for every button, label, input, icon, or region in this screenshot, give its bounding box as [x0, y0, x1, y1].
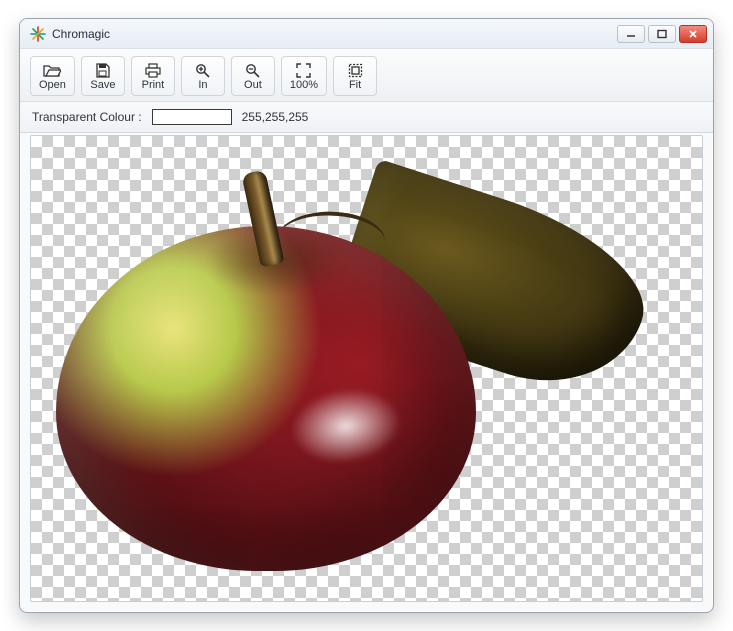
minimize-icon — [626, 29, 636, 39]
zoom-100-button[interactable]: 100% — [281, 56, 327, 96]
zoom-out-label: Out — [244, 80, 262, 91]
canvas[interactable] — [30, 135, 703, 602]
expand-icon — [296, 62, 311, 78]
zoom-in-icon — [195, 62, 210, 78]
maximize-icon — [657, 29, 667, 39]
close-icon — [688, 29, 698, 39]
minimize-button[interactable] — [617, 25, 645, 43]
options-bar: Transparent Colour : 255,255,255 — [20, 102, 713, 133]
window-title: Chromagic — [52, 27, 110, 41]
print-icon — [145, 62, 161, 78]
titlebar: Chromagic — [20, 19, 713, 49]
zoom-in-button[interactable]: In — [181, 56, 225, 96]
close-button[interactable] — [679, 25, 707, 43]
toolbar: Open Save Print In — [20, 49, 713, 102]
zoom-100-label: 100% — [290, 80, 318, 91]
transparent-color-swatch[interactable] — [152, 109, 232, 125]
fit-button[interactable]: Fit — [333, 56, 377, 96]
open-button[interactable]: Open — [30, 56, 75, 96]
print-button[interactable]: Print — [131, 56, 175, 96]
maximize-button[interactable] — [648, 25, 676, 43]
save-label: Save — [90, 80, 115, 91]
open-icon — [43, 62, 61, 78]
zoom-out-icon — [245, 62, 260, 78]
print-label: Print — [142, 80, 165, 91]
fit-label: Fit — [349, 80, 361, 91]
transparent-color-label: Transparent Colour : — [32, 110, 142, 124]
transparent-color-value: 255,255,255 — [242, 110, 309, 124]
app-window: Chromagic Open — [19, 18, 714, 613]
window-controls — [617, 25, 707, 43]
app-icon — [30, 26, 46, 42]
save-icon — [95, 62, 110, 78]
open-label: Open — [39, 80, 66, 91]
save-button[interactable]: Save — [81, 56, 125, 96]
canvas-image — [56, 171, 486, 571]
zoom-out-button[interactable]: Out — [231, 56, 275, 96]
fit-icon — [348, 62, 363, 78]
zoom-in-label: In — [198, 80, 207, 91]
